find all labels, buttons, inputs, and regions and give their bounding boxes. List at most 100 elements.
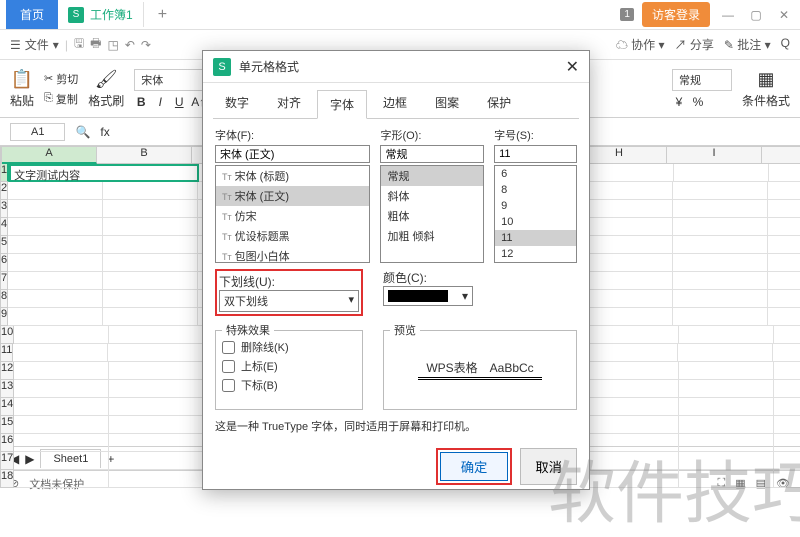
- cut-button[interactable]: ✂剪切: [44, 71, 78, 87]
- cell[interactable]: [768, 218, 800, 236]
- cell[interactable]: [673, 218, 768, 236]
- cell[interactable]: [768, 308, 800, 326]
- cell[interactable]: [109, 470, 204, 488]
- cell[interactable]: [578, 218, 673, 236]
- row-header[interactable]: 6: [0, 254, 8, 272]
- cell[interactable]: [774, 362, 800, 380]
- fx-icon[interactable]: 🔍: [75, 125, 90, 139]
- cell[interactable]: [109, 452, 204, 470]
- cell[interactable]: [103, 254, 198, 272]
- cell[interactable]: [8, 254, 103, 272]
- list-item[interactable]: 11: [495, 230, 576, 246]
- underline-combo[interactable]: 双下划线▾: [219, 290, 359, 312]
- row-header[interactable]: 8: [0, 290, 8, 308]
- row-header[interactable]: 14: [0, 398, 14, 416]
- search-button[interactable]: Q: [781, 36, 790, 53]
- cell[interactable]: [679, 470, 774, 488]
- size-listbox[interactable]: 689101112: [494, 165, 577, 263]
- cell[interactable]: [584, 434, 679, 452]
- row-header[interactable]: 5: [0, 236, 8, 254]
- list-item[interactable]: 6: [495, 166, 576, 182]
- cell[interactable]: [774, 416, 800, 434]
- tab-pattern[interactable]: 图案: [423, 89, 471, 118]
- cell[interactable]: [774, 470, 800, 488]
- name-box[interactable]: A1: [10, 123, 65, 141]
- col-header[interactable]: A: [2, 146, 97, 164]
- row-header[interactable]: 7: [0, 272, 8, 290]
- cell[interactable]: [103, 290, 198, 308]
- row-header[interactable]: 18: [0, 470, 14, 488]
- number-format-select[interactable]: 常规: [672, 69, 732, 91]
- cell[interactable]: [8, 308, 103, 326]
- cell[interactable]: [768, 236, 800, 254]
- cell[interactable]: [14, 434, 109, 452]
- cell[interactable]: [103, 182, 198, 200]
- cell[interactable]: [584, 326, 679, 344]
- cell[interactable]: [679, 362, 774, 380]
- cell[interactable]: [103, 236, 198, 254]
- file-menu[interactable]: ☰ 文件 ▾: [10, 36, 59, 53]
- cell[interactable]: [8, 200, 103, 218]
- qat-save-icon[interactable]: 🖫: [74, 34, 84, 55]
- cell[interactable]: [673, 308, 768, 326]
- window-close-icon[interactable]: ✕: [774, 8, 794, 22]
- cell[interactable]: [103, 272, 198, 290]
- list-item[interactable]: Tᴛ包图小白体: [216, 246, 369, 263]
- font-listbox[interactable]: Tᴛ宋体 (标题)Tᴛ宋体 (正文)Tᴛ仿宋Tᴛ优设标题黑Tᴛ包图小白体Tᴛ华文…: [215, 165, 370, 263]
- cell[interactable]: [14, 416, 109, 434]
- row-header[interactable]: 15: [0, 416, 14, 434]
- cell[interactable]: [8, 290, 103, 308]
- home-tab[interactable]: 首页: [6, 0, 58, 29]
- cell[interactable]: [14, 362, 109, 380]
- cell[interactable]: [578, 254, 673, 272]
- cell[interactable]: [8, 182, 103, 200]
- cell[interactable]: [768, 290, 800, 308]
- cell[interactable]: [14, 398, 109, 416]
- cell[interactable]: [673, 200, 768, 218]
- cell[interactable]: [109, 362, 204, 380]
- window-max-icon[interactable]: ▢: [746, 8, 766, 22]
- cell[interactable]: [578, 290, 673, 308]
- qat-undo-icon[interactable]: ↶: [125, 38, 135, 52]
- cell[interactable]: [578, 200, 673, 218]
- paste-button[interactable]: 📋 粘贴: [10, 69, 34, 109]
- cell[interactable]: [679, 398, 774, 416]
- cell[interactable]: [768, 254, 800, 272]
- cell[interactable]: [584, 416, 679, 434]
- row-header[interactable]: 1: [0, 164, 9, 182]
- style-input[interactable]: [380, 145, 484, 163]
- cell[interactable]: [579, 164, 674, 182]
- cell[interactable]: [109, 398, 204, 416]
- cell[interactable]: [679, 434, 774, 452]
- col-header[interactable]: B: [97, 146, 192, 164]
- ok-button[interactable]: 确定: [440, 452, 509, 481]
- cell[interactable]: [13, 344, 108, 362]
- add-tab-button[interactable]: +: [144, 6, 181, 24]
- list-item[interactable]: 常规: [381, 166, 483, 186]
- list-item[interactable]: 9: [495, 198, 576, 214]
- cell[interactable]: [8, 236, 103, 254]
- percent-icon[interactable]: %: [691, 95, 705, 109]
- cell[interactable]: [774, 452, 800, 470]
- collab-menu[interactable]: ☁ 协作 ▾: [616, 36, 665, 53]
- list-item[interactable]: 8: [495, 182, 576, 198]
- cell[interactable]: [584, 362, 679, 380]
- cell[interactable]: [768, 200, 800, 218]
- row-header[interactable]: 9: [0, 308, 8, 326]
- cell[interactable]: [14, 380, 109, 398]
- bold-button[interactable]: B: [134, 95, 148, 109]
- cell[interactable]: [109, 380, 204, 398]
- cell[interactable]: [584, 470, 679, 488]
- row-header[interactable]: 12: [0, 362, 14, 380]
- cell[interactable]: [774, 434, 800, 452]
- cell[interactable]: [578, 308, 673, 326]
- list-item[interactable]: 12: [495, 246, 576, 262]
- tab-font[interactable]: 字体: [317, 90, 367, 119]
- format-painter-button[interactable]: 🖌 格式刷: [88, 69, 124, 109]
- share-menu[interactable]: ↗ 分享: [675, 36, 714, 53]
- cell[interactable]: [673, 182, 768, 200]
- cell[interactable]: [109, 434, 204, 452]
- tab-border[interactable]: 边框: [371, 89, 419, 118]
- cell[interactable]: [14, 326, 109, 344]
- window-min-icon[interactable]: —: [718, 8, 738, 22]
